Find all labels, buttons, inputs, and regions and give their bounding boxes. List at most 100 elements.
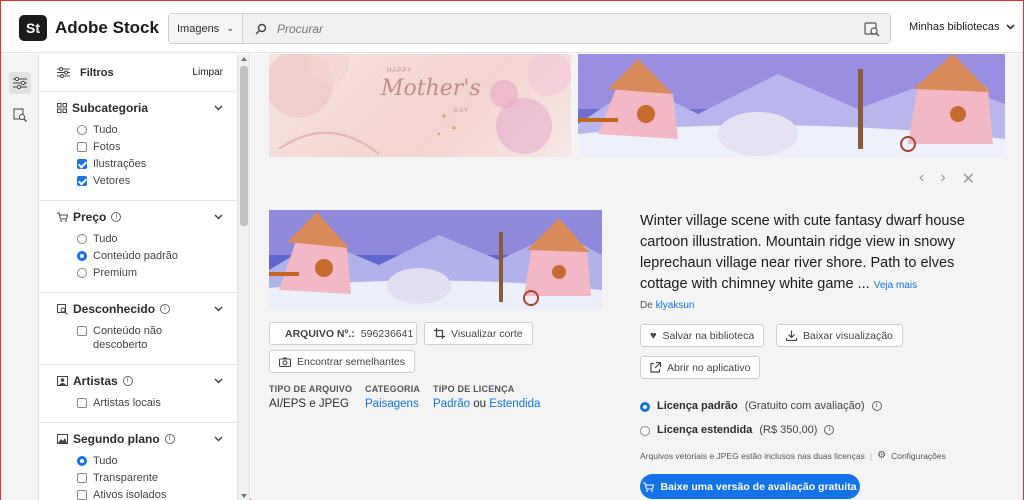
floral-illustration: [269, 54, 571, 155]
file-number-button[interactable]: ARQUIVO Nº.: 596236641: [269, 322, 417, 345]
author-link[interactable]: klyaksun: [656, 300, 695, 311]
filter-section-undiscovered: Desconhecido i Conteúdo não descoberto: [39, 293, 237, 365]
my-libraries-menu[interactable]: Minhas bibliotecas: [909, 21, 1015, 33]
filter-option-label: Tudo: [93, 233, 118, 245]
radio-button[interactable]: [77, 251, 87, 261]
license-standard-option[interactable]: Licença padrão (Gratuito com avaliação) …: [640, 400, 882, 412]
top-bar: St Adobe Stock Imagens ⌄ Minhas bibliote…: [1, 1, 1023, 53]
license-extended-option[interactable]: Licença estendida (R$ 350,00) i: [640, 424, 835, 436]
open-in-app-label: Abrir no aplicativo: [667, 361, 751, 374]
radio-button[interactable]: [77, 234, 87, 244]
scroll-thumb[interactable]: [240, 66, 248, 226]
filter-option-label: Conteúdo não descoberto: [93, 325, 163, 351]
brand-name[interactable]: Adobe Stock: [55, 18, 159, 38]
checkbox[interactable]: [77, 490, 87, 500]
filter-option[interactable]: Premium: [77, 266, 223, 280]
filter-option[interactable]: Tudo: [77, 232, 223, 246]
scroll-down-arrow[interactable]: [241, 494, 247, 498]
filter-section-title: Subcategoria: [72, 101, 149, 115]
view-crop-button[interactable]: Visualizar corte: [424, 322, 533, 345]
checkbox[interactable]: [77, 398, 87, 408]
meta-file-type-heading: TIPO DE ARQUIVO: [269, 384, 353, 394]
info-icon[interactable]: i: [122, 376, 133, 386]
result-thumbnail-mothers-day[interactable]: HAPPY Mother's DAY: [269, 54, 571, 157]
filter-section-header[interactable]: Preço i: [57, 210, 223, 224]
close-icon[interactable]: ✕: [962, 169, 975, 189]
meta-category-link[interactable]: Paisagens: [365, 398, 419, 410]
filters-toggle-button[interactable]: [9, 72, 31, 94]
radio-button[interactable]: [640, 402, 650, 412]
checkbox[interactable]: [77, 176, 87, 186]
filter-option[interactable]: Conteúdo padrão: [77, 249, 223, 263]
find-similar-button[interactable]: Encontrar semelhantes: [269, 350, 415, 373]
cart-icon: [57, 212, 68, 222]
meta-file-type-value: AI/EPS e JPEG: [269, 398, 349, 410]
asset-type-select[interactable]: Imagens ⌄: [169, 14, 243, 43]
crop-icon: [434, 328, 445, 339]
checkbox[interactable]: [77, 326, 87, 336]
asset-type-label: Imagens: [177, 22, 220, 35]
filter-section-header[interactable]: Segundo plano i: [57, 432, 223, 446]
previous-arrow-icon[interactable]: ‹: [919, 169, 924, 189]
filter-option[interactable]: Tudo: [77, 123, 223, 137]
adobe-stock-logo[interactable]: St: [19, 15, 47, 41]
license-standard-link[interactable]: Padrão: [433, 398, 470, 410]
save-to-library-button[interactable]: ♥ Salvar na biblioteca: [640, 324, 765, 347]
filter-option[interactable]: Conteúdo não descoberto: [77, 324, 223, 352]
info-icon[interactable]: i: [824, 425, 835, 435]
filter-option[interactable]: Tudo: [77, 454, 223, 468]
radio-button[interactable]: [640, 426, 650, 436]
license-or-text: ou: [470, 398, 490, 410]
radio-button[interactable]: [77, 456, 87, 466]
filter-section-title: Preço: [73, 210, 107, 224]
filter-section-header[interactable]: Subcategoria: [57, 101, 223, 115]
settings-link[interactable]: Configurações: [891, 451, 946, 461]
checkbox[interactable]: [77, 142, 87, 152]
visual-search-icon[interactable]: [864, 21, 880, 37]
filter-option[interactable]: Fotos: [77, 140, 223, 154]
grid-icon: [57, 103, 67, 113]
filter-option[interactable]: Ativos isolados: [77, 488, 223, 500]
checkbox[interactable]: [77, 159, 87, 169]
my-libraries-label: Minhas bibliotecas: [909, 21, 1000, 33]
category-link[interactable]: Paisagens: [365, 398, 419, 410]
info-icon[interactable]: i: [871, 401, 882, 411]
radio-button[interactable]: [77, 268, 87, 278]
search-field[interactable]: [243, 14, 890, 43]
filter-section-header[interactable]: Desconhecido i: [57, 302, 223, 316]
checkbox[interactable]: [77, 473, 87, 483]
filter-option[interactable]: Ilustrações: [77, 157, 223, 171]
download-icon: [786, 330, 797, 341]
visual-search-rail-button[interactable]: [9, 104, 31, 126]
license-extended-link[interactable]: Estendida: [489, 398, 540, 410]
info-icon[interactable]: i: [111, 212, 122, 222]
author-prefix: De: [640, 300, 653, 311]
info-icon[interactable]: i: [164, 434, 175, 444]
detail-preview-image[interactable]: [269, 210, 602, 310]
free-trial-download-button[interactable]: Baixe uma versão de avaliação gratuita: [640, 474, 860, 499]
gear-icon[interactable]: ⚙: [877, 450, 886, 461]
meta-license-type-value: Padrão ou Estendida: [433, 398, 540, 410]
download-preview-button[interactable]: Baixar visualização: [776, 324, 903, 347]
clear-filters-link[interactable]: Limpar: [192, 67, 223, 78]
free-trial-download-label: Baixe uma versão de avaliação gratuita: [660, 480, 857, 493]
meta-category-heading: CATEGORIA: [365, 384, 421, 394]
filter-option[interactable]: Transparente: [77, 471, 223, 485]
info-icon[interactable]: i: [160, 304, 171, 314]
filters-scrollbar[interactable]: [238, 54, 250, 500]
filters-header: Filtros Limpar: [39, 54, 237, 92]
filter-option[interactable]: Vetores: [77, 174, 223, 188]
cart-icon: [643, 482, 655, 492]
chevron-up-icon: [214, 436, 223, 442]
open-in-app-button[interactable]: Abrir no aplicativo: [640, 356, 761, 379]
result-thumbnail-winter-village[interactable]: [578, 54, 1005, 157]
scroll-up-arrow[interactable]: [241, 57, 247, 61]
search-input[interactable]: [277, 21, 777, 36]
filter-option-label: Conteúdo padrão: [93, 250, 179, 262]
radio-button[interactable]: [77, 125, 87, 135]
filter-option[interactable]: Artistas locais: [77, 396, 223, 410]
see-more-link[interactable]: Veja mais: [874, 280, 917, 291]
filter-section-header[interactable]: Artistas i: [57, 374, 223, 388]
author-line: De klyaksun: [640, 300, 694, 311]
next-arrow-icon[interactable]: ›: [940, 169, 945, 189]
